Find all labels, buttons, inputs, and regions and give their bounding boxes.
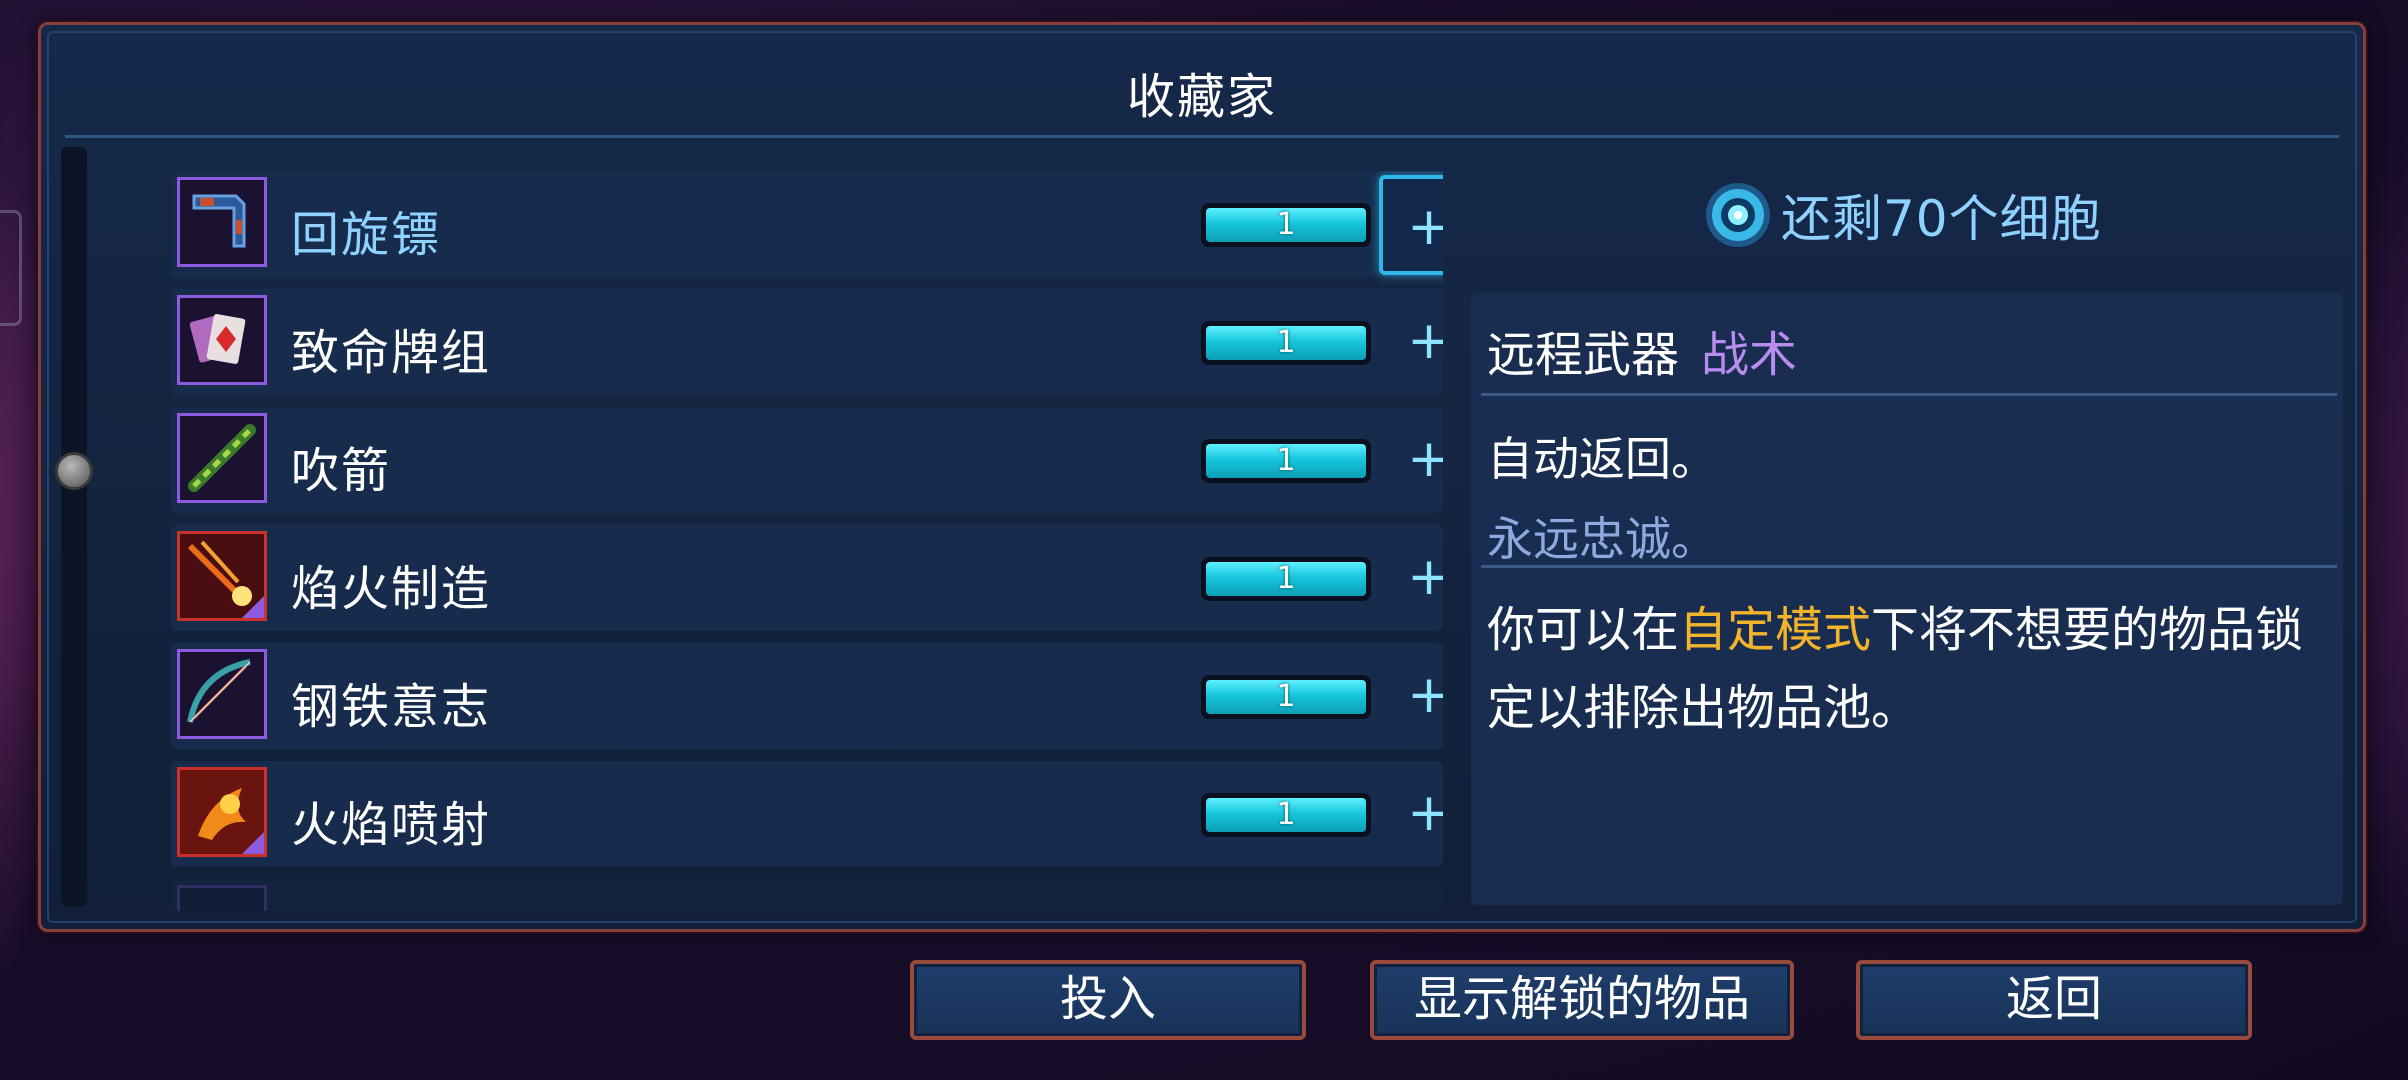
unlock-progress-bar: 1	[1201, 203, 1371, 247]
list-item-blowgun[interactable]: 吹箭 1 +	[171, 407, 1443, 513]
collector-panel: 收藏家 回旋镖 1 + 致命牌组 1 + 吹箭 1 + 焰火制造 1 + 钢铁意…	[38, 22, 2366, 932]
flamethrower-icon	[177, 767, 267, 857]
progress-fill: 1	[1206, 680, 1366, 714]
cost-value: 1	[1276, 679, 1296, 714]
list-scrollbar[interactable]	[61, 147, 87, 907]
cost-value: 1	[1276, 797, 1296, 832]
item-detail-pane: 远程武器 战术 自动返回。 永远忠诚。 你可以在自定模式下将不想要的物品锁定以排除…	[1471, 293, 2343, 905]
list-item-deadly-deck[interactable]: 致命牌组 1 +	[171, 289, 1443, 395]
progress-fill: 1	[1206, 208, 1366, 242]
invest-plus-button[interactable]: +	[1379, 411, 1443, 511]
blowgun-icon	[177, 413, 267, 503]
list-item-iron-will[interactable]: 钢铁意志 1 +	[171, 643, 1443, 749]
cost-value: 1	[1276, 325, 1296, 360]
subcategory-label: 战术	[1701, 327, 1798, 383]
offscreen-hex-frame	[0, 210, 22, 326]
item-name: 致命牌组	[291, 325, 492, 381]
item-name: 回旋镖	[291, 207, 442, 263]
custom-mode-tip: 你可以在自定模式下将不想要的物品锁定以排除出物品池。	[1487, 591, 2317, 747]
cells-remaining-text: 还剩70个细胞	[1781, 190, 2102, 248]
item-icon-partial	[177, 885, 267, 911]
invest-plus-button[interactable]: +	[1379, 175, 1443, 275]
unlock-progress-bar: 1	[1201, 675, 1371, 719]
unlock-progress-bar: 1	[1201, 321, 1371, 365]
progress-fill: 1	[1206, 798, 1366, 832]
invest-plus-button[interactable]: +	[1379, 293, 1443, 393]
invest-button[interactable]: 投入	[910, 960, 1306, 1040]
title-divider	[65, 135, 2339, 138]
cost-value: 1	[1276, 443, 1296, 478]
list-item-flamethrower[interactable]: 火焰喷射 1 +	[171, 761, 1443, 867]
back-button[interactable]: 返回	[1856, 960, 2252, 1040]
panel-title: 收藏家	[1126, 69, 1277, 125]
unlock-progress-bar: 1	[1201, 793, 1371, 837]
item-name: 焰火制造	[291, 561, 492, 617]
progress-fill: 1	[1206, 562, 1366, 596]
scrollbar-thumb[interactable]	[55, 452, 93, 490]
invest-plus-button[interactable]: +	[1379, 529, 1443, 629]
bow-icon	[177, 649, 267, 739]
item-category: 远程武器 战术	[1487, 315, 1797, 385]
detail-divider	[1481, 393, 2337, 396]
progress-fill: 1	[1206, 444, 1366, 478]
cost-value: 1	[1276, 207, 1296, 242]
invest-plus-button[interactable]: +	[1379, 647, 1443, 747]
item-flavor-text: 永远忠诚。	[1487, 512, 1717, 566]
cost-value: 1	[1276, 561, 1296, 596]
category-label: 远程武器	[1487, 327, 1680, 383]
invest-plus-button[interactable]: +	[1379, 765, 1443, 865]
unlock-progress-bar: 1	[1201, 557, 1371, 601]
cell-icon	[1706, 183, 1770, 247]
detail-divider	[1481, 565, 2337, 568]
show-unlocked-button[interactable]: 显示解锁的物品	[1370, 960, 1794, 1040]
item-name: 火焰喷射	[291, 797, 492, 853]
cells-counter: 还剩70个细胞	[1703, 175, 2102, 255]
boomerang-icon	[177, 177, 267, 267]
tip-prefix: 你可以在	[1487, 602, 1680, 658]
item-name: 钢铁意志	[291, 679, 492, 735]
item-list: 回旋镖 1 + 致命牌组 1 + 吹箭 1 + 焰火制造 1 + 钢铁意志 1 …	[171, 171, 1443, 911]
tip-highlight: 自定模式	[1679, 602, 1872, 658]
item-name: 吹箭	[291, 443, 392, 499]
unlock-progress-bar: 1	[1201, 439, 1371, 483]
list-item-partial[interactable]	[171, 879, 1443, 911]
list-item-firework[interactable]: 焰火制造 1 +	[171, 525, 1443, 631]
card-deck-icon	[177, 295, 267, 385]
list-item-boomerang[interactable]: 回旋镖 1 +	[171, 171, 1443, 277]
item-description: 自动返回。	[1487, 432, 1717, 486]
progress-fill: 1	[1206, 326, 1366, 360]
firework-icon	[177, 531, 267, 621]
